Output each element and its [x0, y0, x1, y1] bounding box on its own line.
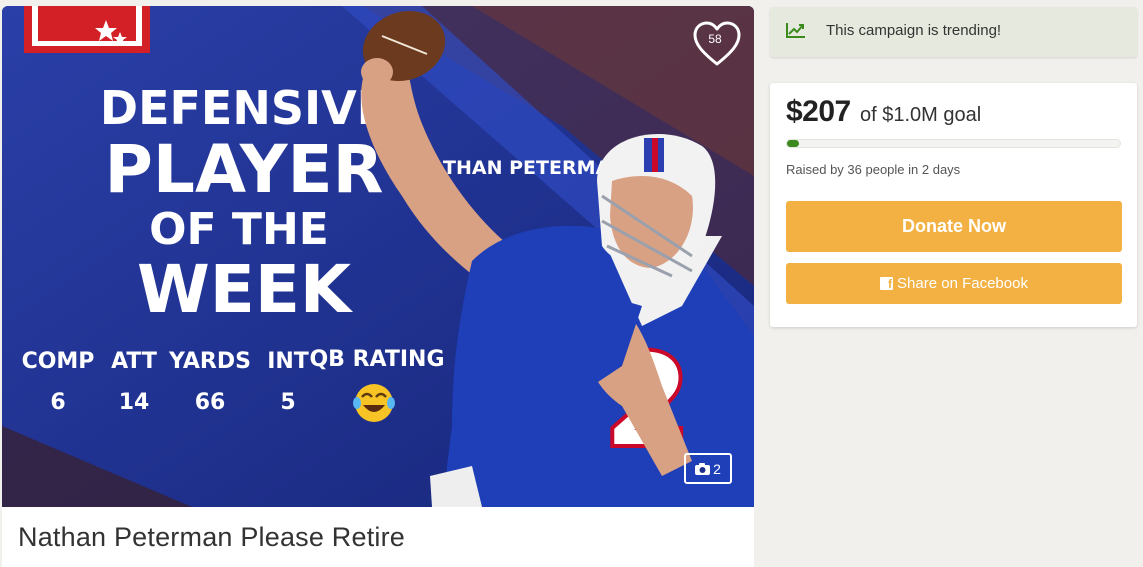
share-facebook-button[interactable]: f Share on Facebook [786, 263, 1122, 304]
trending-text: This campaign is trending! [826, 22, 1002, 39]
donate-now-button[interactable]: Donate Now [786, 201, 1122, 252]
camera-icon [695, 462, 711, 475]
stat-value-att: 14 [119, 390, 150, 415]
facebook-icon: f [880, 277, 894, 290]
goal-text: of $1.0M goal [860, 104, 982, 126]
stat-label-qb-rating: QB RATING [309, 347, 444, 372]
headline: DEFENSIVE PLAYER OF THE WEEK [100, 81, 388, 328]
campaign-hero-image[interactable]: DEFENSIVE PLAYER OF THE WEEK NATHAN PETE… [2, 6, 754, 507]
photo-count: 2 [713, 460, 721, 477]
heart-count: 58 [708, 32, 722, 46]
amount-raised: $207 [786, 95, 851, 128]
stat-label-yards: YARDS [168, 349, 251, 374]
headline-line-1: DEFENSIVE [100, 81, 388, 135]
headline-line-4: WEEK [137, 251, 354, 328]
stat-value-comp: 6 [50, 390, 65, 415]
share-facebook-label: Share on Facebook [897, 275, 1028, 292]
stat-label-comp: COMP [22, 349, 95, 374]
progress-bar [786, 139, 1121, 148]
afc-logo [24, 6, 150, 53]
trend-up-icon [786, 23, 805, 38]
campaign-title: Nathan Peterman Please Retire [18, 522, 406, 552]
progress-fill [787, 140, 799, 147]
raised-by-text: Raised by 36 people in 2 days [786, 162, 961, 177]
photo-count-button[interactable]: 2 [684, 453, 732, 484]
stat-label-int: INT [267, 349, 309, 374]
headline-line-2: PLAYER [105, 131, 384, 208]
stat-label-att: ATT [111, 349, 157, 374]
headline-line-3: OF THE [149, 204, 329, 255]
hero-artwork: DEFENSIVE PLAYER OF THE WEEK NATHAN PETE… [2, 6, 754, 507]
donate-now-label: Donate Now [901, 216, 1006, 236]
stat-value-yards: 66 [195, 390, 226, 415]
stat-value-int: 5 [280, 390, 295, 415]
